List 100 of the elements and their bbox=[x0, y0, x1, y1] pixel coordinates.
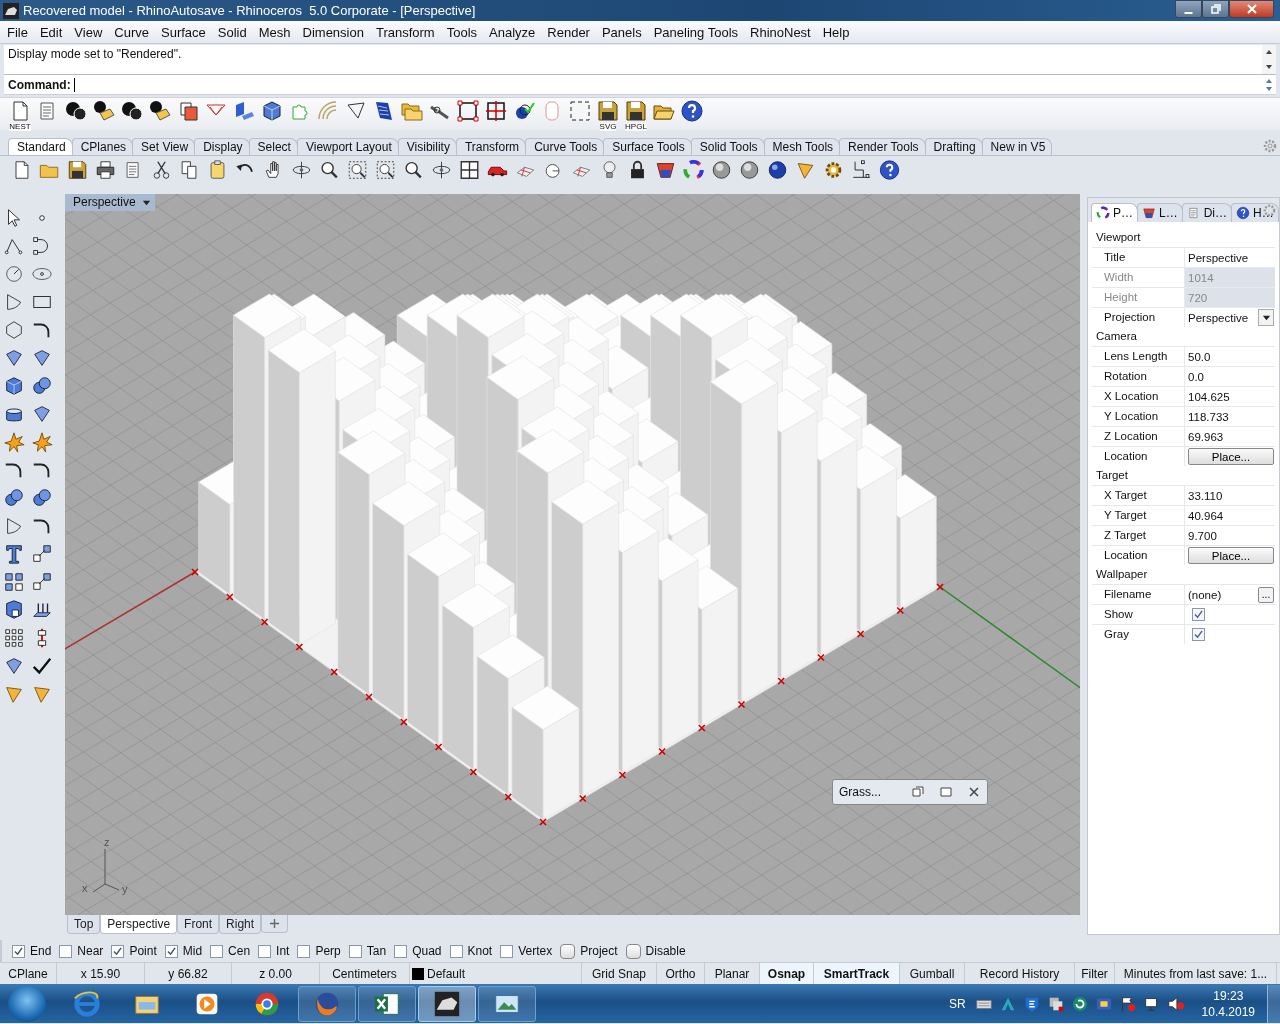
disc-and-box-icon[interactable] bbox=[92, 99, 116, 123]
start-button[interactable] bbox=[8, 985, 46, 1022]
checkbox[interactable] bbox=[258, 944, 272, 958]
layer-name[interactable]: Default bbox=[427, 966, 466, 981]
menu-item[interactable]: Curve bbox=[109, 24, 156, 40]
close-button[interactable] bbox=[1229, 0, 1274, 18]
taskbar-button[interactable] bbox=[418, 985, 476, 1022]
starburst-icon[interactable] bbox=[3, 431, 25, 453]
viewport-tab[interactable]: Perspective bbox=[100, 915, 178, 934]
viewport-tab[interactable]: Front bbox=[177, 915, 220, 934]
help-icon[interactable] bbox=[877, 159, 902, 181]
color-wheel-icon[interactable] bbox=[681, 159, 706, 181]
place-button[interactable]: Place... bbox=[1188, 547, 1274, 564]
starburst-icon[interactable] bbox=[31, 431, 53, 453]
menu-item[interactable]: Tools bbox=[441, 24, 485, 40]
toolbar-tab[interactable]: Visibility bbox=[397, 138, 457, 155]
checkbox[interactable] bbox=[1192, 628, 1205, 641]
menu-item[interactable]: View bbox=[69, 24, 110, 40]
split-square-icon[interactable] bbox=[484, 99, 508, 123]
menu-item[interactable]: Solid bbox=[212, 24, 254, 40]
discs-icon[interactable] bbox=[120, 99, 144, 123]
status-toggle[interactable]: SmartTrack bbox=[814, 963, 900, 984]
checkbox[interactable] bbox=[210, 944, 224, 958]
clock[interactable]: 19:23 10.4.2019 bbox=[1201, 987, 1255, 1020]
scale-squares-icon[interactable] bbox=[31, 543, 53, 565]
status-toggle[interactable]: Osnap bbox=[760, 963, 814, 984]
panel-tab[interactable]: Di… bbox=[1181, 203, 1233, 222]
surface-icon[interactable] bbox=[31, 347, 53, 369]
dropdown-button[interactable] bbox=[1258, 309, 1274, 326]
toolbar-tab[interactable]: Display bbox=[194, 138, 250, 155]
layer-swatch[interactable] bbox=[412, 967, 424, 980]
circle-icon[interactable] bbox=[3, 263, 25, 285]
restore-button[interactable] bbox=[1202, 0, 1229, 18]
checkbox[interactable] bbox=[394, 944, 408, 958]
menu-item[interactable]: RhinoNest bbox=[745, 24, 818, 40]
menu-item[interactable]: Paneling Tools bbox=[648, 24, 746, 40]
spheres-icon[interactable] bbox=[3, 487, 25, 509]
taskbar-button[interactable] bbox=[358, 985, 416, 1022]
checkbox[interactable] bbox=[59, 944, 73, 958]
disc-and-box-icon[interactable] bbox=[148, 99, 172, 123]
menu-item[interactable]: Transform bbox=[370, 24, 442, 40]
square-with-handles-icon[interactable] bbox=[456, 99, 480, 123]
dropdown-value[interactable]: Perspective bbox=[1188, 311, 1258, 324]
checkbox[interactable] bbox=[164, 944, 178, 958]
menu-item[interactable]: Analyze bbox=[484, 24, 543, 40]
menu-item[interactable]: Dimension bbox=[297, 24, 371, 40]
checkbox[interactable] bbox=[348, 944, 362, 958]
restore-icon[interactable] bbox=[911, 786, 925, 798]
viewport-tab[interactable]: Top bbox=[67, 915, 101, 934]
panel-tab[interactable]: P… bbox=[1091, 203, 1138, 222]
spheres-icon[interactable] bbox=[31, 487, 53, 509]
speaker-muted-icon[interactable] bbox=[1166, 994, 1185, 1013]
menu-item[interactable]: Render bbox=[542, 24, 597, 40]
surface-icon[interactable] bbox=[3, 655, 25, 677]
add-viewport-tab[interactable] bbox=[261, 915, 289, 933]
toolbar-tab[interactable]: Standard bbox=[8, 138, 73, 155]
checkbox[interactable] bbox=[297, 944, 311, 958]
viewport[interactable]: Perspective z x y Grass... bbox=[65, 194, 1080, 915]
minimize-button[interactable] bbox=[1175, 0, 1202, 18]
browse-button[interactable]: ... bbox=[1258, 586, 1274, 603]
menu-item[interactable]: Edit bbox=[34, 24, 70, 40]
viewport-tab[interactable]: Right bbox=[219, 915, 262, 934]
viewport-title[interactable]: Perspective bbox=[65, 194, 155, 211]
checkbox[interactable] bbox=[625, 943, 641, 959]
squares-icon[interactable] bbox=[3, 571, 25, 593]
checkbox[interactable] bbox=[560, 943, 576, 959]
checkbox[interactable] bbox=[111, 944, 125, 958]
menu-item[interactable]: Mesh bbox=[253, 24, 298, 40]
box-in-box-icon[interactable] bbox=[3, 599, 25, 621]
panel-tab[interactable]: L… bbox=[1137, 203, 1183, 222]
menu-item[interactable]: File bbox=[2, 24, 35, 40]
surface-icon[interactable] bbox=[31, 403, 53, 425]
menu-item[interactable]: Surface bbox=[156, 24, 213, 40]
grid-of-squares-icon[interactable] bbox=[3, 627, 25, 649]
toolbar-tab[interactable]: New in V5 bbox=[981, 138, 1053, 155]
cube-icon[interactable] bbox=[260, 99, 284, 123]
discs-icon[interactable] bbox=[64, 99, 88, 123]
checkbox[interactable] bbox=[500, 944, 514, 958]
panel-tab[interactable]: H… bbox=[1231, 203, 1279, 222]
menu-item[interactable]: Help bbox=[817, 24, 857, 40]
hexagon-icon[interactable] bbox=[3, 319, 25, 341]
refresh-icon[interactable] bbox=[1070, 994, 1089, 1013]
spheres-icon[interactable] bbox=[31, 375, 53, 397]
place-button[interactable]: Place... bbox=[1188, 448, 1274, 465]
checkbox[interactable] bbox=[12, 944, 25, 958]
help-icon[interactable] bbox=[680, 99, 704, 123]
toolbar-tab[interactable]: Drafting bbox=[924, 138, 983, 155]
command-field[interactable]: Command: bbox=[4, 75, 1276, 95]
checkbox[interactable] bbox=[1192, 608, 1205, 621]
checkbox[interactable] bbox=[449, 944, 463, 958]
floating-window[interactable]: Grass... bbox=[832, 779, 988, 805]
menu-item[interactable]: Panels bbox=[596, 24, 649, 40]
input-language[interactable]: SR bbox=[948, 996, 966, 1011]
maximize-icon[interactable] bbox=[939, 786, 953, 798]
scale-squares-icon[interactable] bbox=[31, 571, 53, 593]
close-icon[interactable] bbox=[967, 786, 981, 798]
check-mark-icon[interactable] bbox=[31, 655, 53, 677]
surface-icon[interactable] bbox=[3, 347, 25, 369]
toolbar-tab[interactable]: Viewport Layout bbox=[296, 138, 399, 155]
show-desktop-button[interactable] bbox=[1267, 984, 1280, 1023]
